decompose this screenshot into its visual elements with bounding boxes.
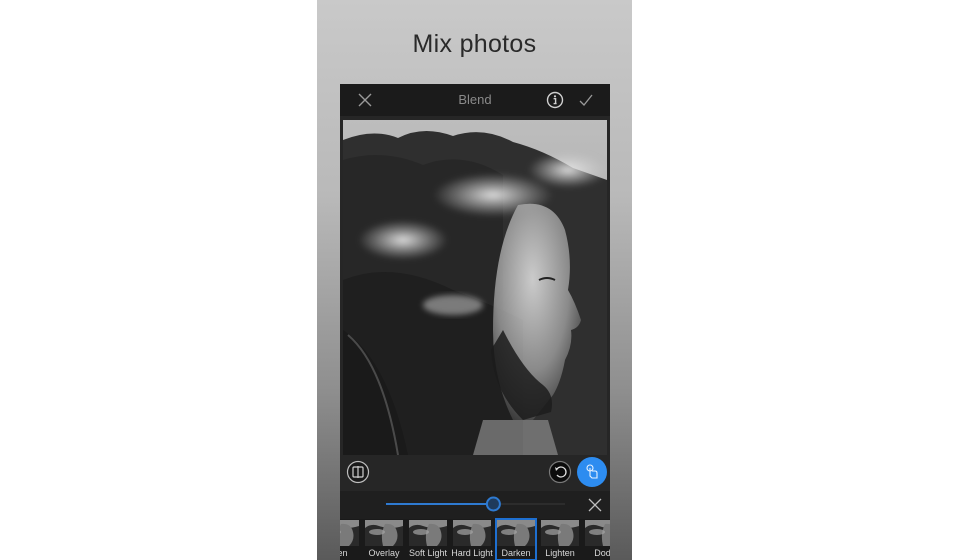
opacity-slider-row [340, 491, 610, 519]
blend-mode-label: Hard Light [451, 548, 493, 558]
opacity-slider[interactable] [340, 491, 610, 519]
blend-mode-label: Soft Light [408, 548, 448, 558]
compare-split-icon[interactable] [346, 460, 370, 484]
blend-mode-hard-light[interactable]: Hard Light [451, 519, 493, 560]
blend-mode-thumbnail [541, 520, 579, 546]
blend-mode-thumbnail [409, 520, 447, 546]
close-icon[interactable] [585, 495, 605, 515]
blend-mode-darken[interactable]: Darken [495, 518, 537, 560]
blend-mode-thumbnail [585, 520, 610, 546]
blended-photo[interactable] [343, 120, 607, 455]
blend-mode-label: een [340, 548, 348, 558]
blend-mode-thumbnail [453, 520, 491, 546]
blend-mode-thumbnail [497, 520, 535, 546]
blend-mode-soft-light[interactable]: Soft Light [408, 519, 448, 560]
blend-mode-strip: een Overlay Soft LightHard Light Darken Ligh… [340, 518, 610, 560]
header-bar: Blend [340, 84, 610, 116]
blend-mode-label: Lighten [545, 548, 575, 558]
blend-mode-label: Darken [501, 548, 531, 558]
blend-mode-thumbnail [340, 520, 359, 546]
blend-mode-thumbnail [365, 520, 403, 546]
undo-icon[interactable] [548, 460, 572, 484]
blend-mode-label: Dod- [594, 548, 610, 558]
app-screen: Blend n Overlay Soft Light Hard Light Da… [340, 84, 610, 560]
header-title: Blend [458, 92, 492, 107]
blend-mode-label: Overlay [368, 548, 400, 558]
photo-canvas [343, 120, 607, 455]
checkmark-icon[interactable] [576, 90, 596, 110]
promo-title: Mix photos [412, 30, 537, 58]
touch-brush-icon[interactable] [577, 457, 607, 487]
slider-thumb[interactable] [485, 496, 501, 512]
info-icon[interactable] [545, 90, 565, 110]
blend-mode-overlay[interactable]: Overlay [364, 519, 404, 560]
blend-mode-lighten[interactable]: Lighten [540, 519, 580, 560]
blend-mode-een[interactable]: een [340, 519, 360, 560]
toolbar [340, 455, 610, 491]
blend-mode-dod[interactable]: Dod- [584, 519, 610, 560]
